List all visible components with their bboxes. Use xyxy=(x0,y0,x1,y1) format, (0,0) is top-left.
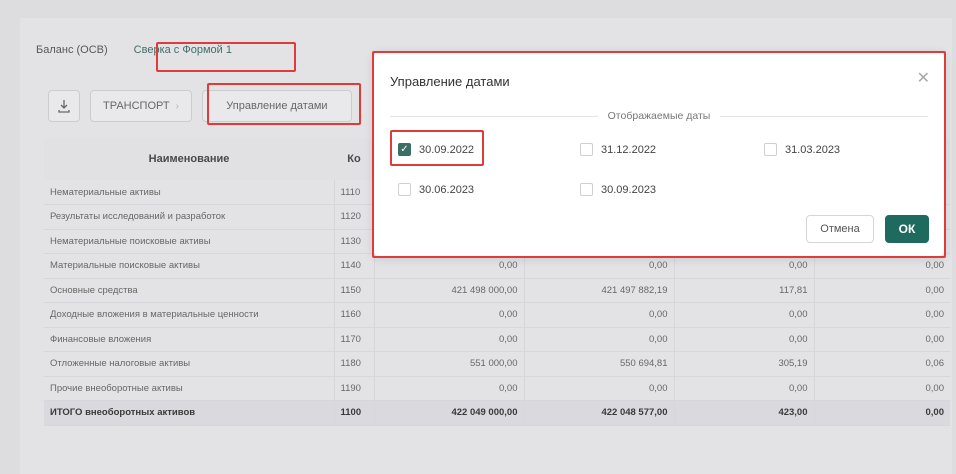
checkbox-icon xyxy=(580,143,593,156)
divider xyxy=(720,115,928,117)
date-checkbox-3[interactable]: 31.03.2023 xyxy=(764,143,840,156)
date-label: 30.09.2023 xyxy=(601,183,657,196)
checkbox-checked-icon: ✓ xyxy=(398,143,411,156)
section-label: Отображаемые даты xyxy=(607,110,711,122)
close-icon[interactable]: ✕ xyxy=(917,68,930,88)
date-label: 31.03.2023 xyxy=(785,143,841,156)
checkbox-icon xyxy=(580,183,593,196)
checkbox-icon xyxy=(398,183,411,196)
date-checkbox-5[interactable]: 30.09.2023 xyxy=(580,183,656,196)
date-label: 30.06.2023 xyxy=(419,183,475,196)
date-checkbox-2[interactable]: 31.12.2022 xyxy=(580,143,656,156)
dialog-title: Управление датами xyxy=(390,74,510,89)
ok-button[interactable]: ОК xyxy=(885,215,929,243)
checkbox-icon xyxy=(764,143,777,156)
cancel-button[interactable]: Отмена xyxy=(806,215,874,243)
dates-section-header: Отображаемые даты xyxy=(390,110,928,122)
date-label: 31.12.2022 xyxy=(601,143,657,156)
manage-dates-dialog: Управление датами ✕ Отображаемые даты ✓ … xyxy=(374,52,944,256)
date-checkbox-4[interactable]: 30.06.2023 xyxy=(398,183,474,196)
date-label: 30.09.2022 xyxy=(419,143,475,156)
date-checkbox-1[interactable]: ✓ 30.09.2022 xyxy=(398,143,474,156)
divider xyxy=(390,115,598,117)
